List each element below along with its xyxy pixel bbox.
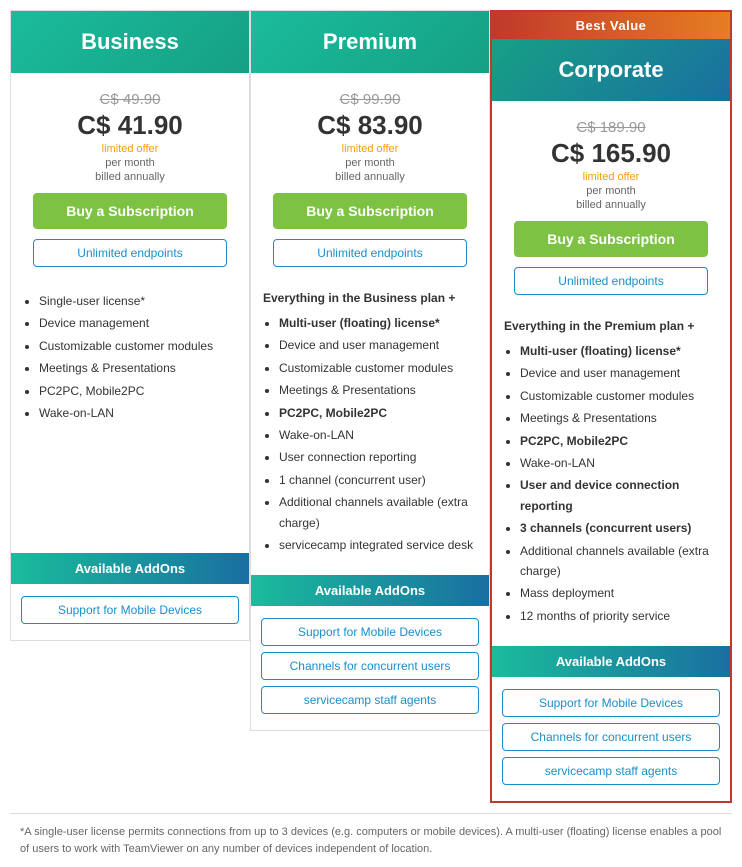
buy-button-corporate[interactable]: Buy a Subscription — [514, 221, 708, 257]
plan-header-premium: Premium — [251, 11, 489, 73]
feature-item: PC2PC, Mobile2PC — [39, 381, 237, 401]
plan-business: Business C$ 49.90 C$ 41.90 limited offer… — [10, 10, 250, 641]
addon-button-corporate[interactable]: Support for Mobile Devices — [502, 689, 720, 717]
feature-item: Wake-on-LAN — [39, 403, 237, 423]
feature-item: servicecamp integrated service desk — [279, 535, 477, 555]
plan-includes-corporate: Everything in the Premium plan + — [504, 319, 718, 333]
feature-item: Mass deployment — [520, 583, 718, 603]
limited-offer-premium: limited offer — [263, 143, 477, 155]
addons-buttons-business: Support for Mobile Devices — [11, 584, 249, 640]
billing-info2-premium: billed annually — [263, 171, 477, 183]
feature-item: Customizable customer modules — [39, 336, 237, 356]
feature-item: Customizable customer modules — [279, 358, 477, 378]
feature-item: 12 months of priority service — [520, 606, 718, 626]
addons-section-premium: Available AddOns — [251, 575, 489, 606]
plans-container: Business C$ 49.90 C$ 41.90 limited offer… — [10, 10, 732, 803]
feature-item: Meetings & Presentations — [39, 358, 237, 378]
feature-item: 1 channel (concurrent user) — [279, 470, 477, 490]
addon-button-premium[interactable]: Channels for concurrent users — [261, 652, 479, 680]
feature-item: Additional channels available (extra cha… — [520, 541, 718, 582]
endpoints-button-business[interactable]: Unlimited endpoints — [33, 239, 227, 267]
original-price-business: C$ 49.90 — [23, 91, 237, 108]
feature-item: 3 channels (concurrent users) — [520, 518, 718, 538]
original-price-corporate: C$ 189.90 — [504, 119, 718, 136]
buy-button-premium[interactable]: Buy a Subscription — [273, 193, 467, 229]
billing-info1-business: per month — [23, 157, 237, 169]
addons-buttons-premium: Support for Mobile Devices Channels for c… — [251, 606, 489, 730]
original-price-premium: C$ 99.90 — [263, 91, 477, 108]
feature-item: Multi-user (floating) license* — [279, 313, 477, 333]
plan-premium: Premium C$ 99.90 C$ 83.90 limited offer … — [250, 10, 490, 731]
buy-button-business[interactable]: Buy a Subscription — [33, 193, 227, 229]
limited-offer-corporate: limited offer — [504, 171, 718, 183]
addon-button-premium[interactable]: servicecamp staff agents — [261, 686, 479, 714]
plan-name-business: Business — [21, 29, 239, 55]
features-section-premium: Everything in the Business plan + Multi-u… — [251, 283, 489, 565]
plan-header-business: Business — [11, 11, 249, 73]
limited-offer-business: limited offer — [23, 143, 237, 155]
features-list-premium: Multi-user (floating) license*Device and… — [263, 313, 477, 555]
current-price-premium: C$ 83.90 — [263, 110, 477, 141]
feature-item: Wake-on-LAN — [520, 453, 718, 473]
plan-name-corporate: Corporate — [502, 57, 720, 83]
billing-info1-premium: per month — [263, 157, 477, 169]
feature-item: User and device connection reporting — [520, 475, 718, 516]
plan-body-corporate: C$ 189.90 C$ 165.90 limited offer per mo… — [492, 101, 730, 311]
billing-info1-corporate: per month — [504, 185, 718, 197]
feature-item: Device and user management — [279, 335, 477, 355]
addons-section-business: Available AddOns — [11, 553, 249, 584]
features-list-corporate: Multi-user (floating) license*Device and… — [504, 341, 718, 626]
features-section-business: Single-user license*Device management Cus… — [11, 283, 249, 543]
feature-item: User connection reporting — [279, 447, 477, 467]
footnote: *A single-user license permits connectio… — [10, 813, 732, 867]
feature-item: Additional channels available (extra cha… — [279, 492, 477, 533]
endpoints-button-premium[interactable]: Unlimited endpoints — [273, 239, 467, 267]
addon-button-corporate[interactable]: Channels for concurrent users — [502, 723, 720, 751]
current-price-business: C$ 41.90 — [23, 110, 237, 141]
feature-item: Meetings & Presentations — [520, 408, 718, 428]
addon-button-business[interactable]: Support for Mobile Devices — [21, 596, 239, 624]
feature-item: Customizable customer modules — [520, 386, 718, 406]
feature-item: Device management — [39, 313, 237, 333]
feature-item: Meetings & Presentations — [279, 380, 477, 400]
addons-section-corporate: Available AddOns — [492, 646, 730, 677]
features-list-business: Single-user license*Device management Cus… — [23, 291, 237, 423]
addon-button-corporate[interactable]: servicecamp staff agents — [502, 757, 720, 785]
feature-item: Wake-on-LAN — [279, 425, 477, 445]
addon-button-premium[interactable]: Support for Mobile Devices — [261, 618, 479, 646]
plan-corporate: Best Value Corporate C$ 189.90 C$ 165.90… — [490, 10, 732, 803]
feature-item: PC2PC, Mobile2PC — [279, 403, 477, 423]
endpoints-button-corporate[interactable]: Unlimited endpoints — [514, 267, 708, 295]
plan-header-corporate: Corporate — [492, 39, 730, 101]
feature-item: Device and user management — [520, 363, 718, 383]
best-value-banner: Best Value — [492, 12, 730, 39]
features-section-corporate: Everything in the Premium plan + Multi-us… — [492, 311, 730, 636]
plan-body-premium: C$ 99.90 C$ 83.90 limited offer per mont… — [251, 73, 489, 283]
billing-info2-corporate: billed annually — [504, 199, 718, 211]
plan-name-premium: Premium — [261, 29, 479, 55]
plan-body-business: C$ 49.90 C$ 41.90 limited offer per mont… — [11, 73, 249, 283]
feature-item: Single-user license* — [39, 291, 237, 311]
feature-item: PC2PC, Mobile2PC — [520, 431, 718, 451]
feature-item: Multi-user (floating) license* — [520, 341, 718, 361]
current-price-corporate: C$ 165.90 — [504, 138, 718, 169]
pricing-wrapper: Business C$ 49.90 C$ 41.90 limited offer… — [0, 0, 742, 867]
billing-info2-business: billed annually — [23, 171, 237, 183]
addons-buttons-corporate: Support for Mobile Devices Channels for c… — [492, 677, 730, 801]
plan-includes-premium: Everything in the Business plan + — [263, 291, 477, 305]
